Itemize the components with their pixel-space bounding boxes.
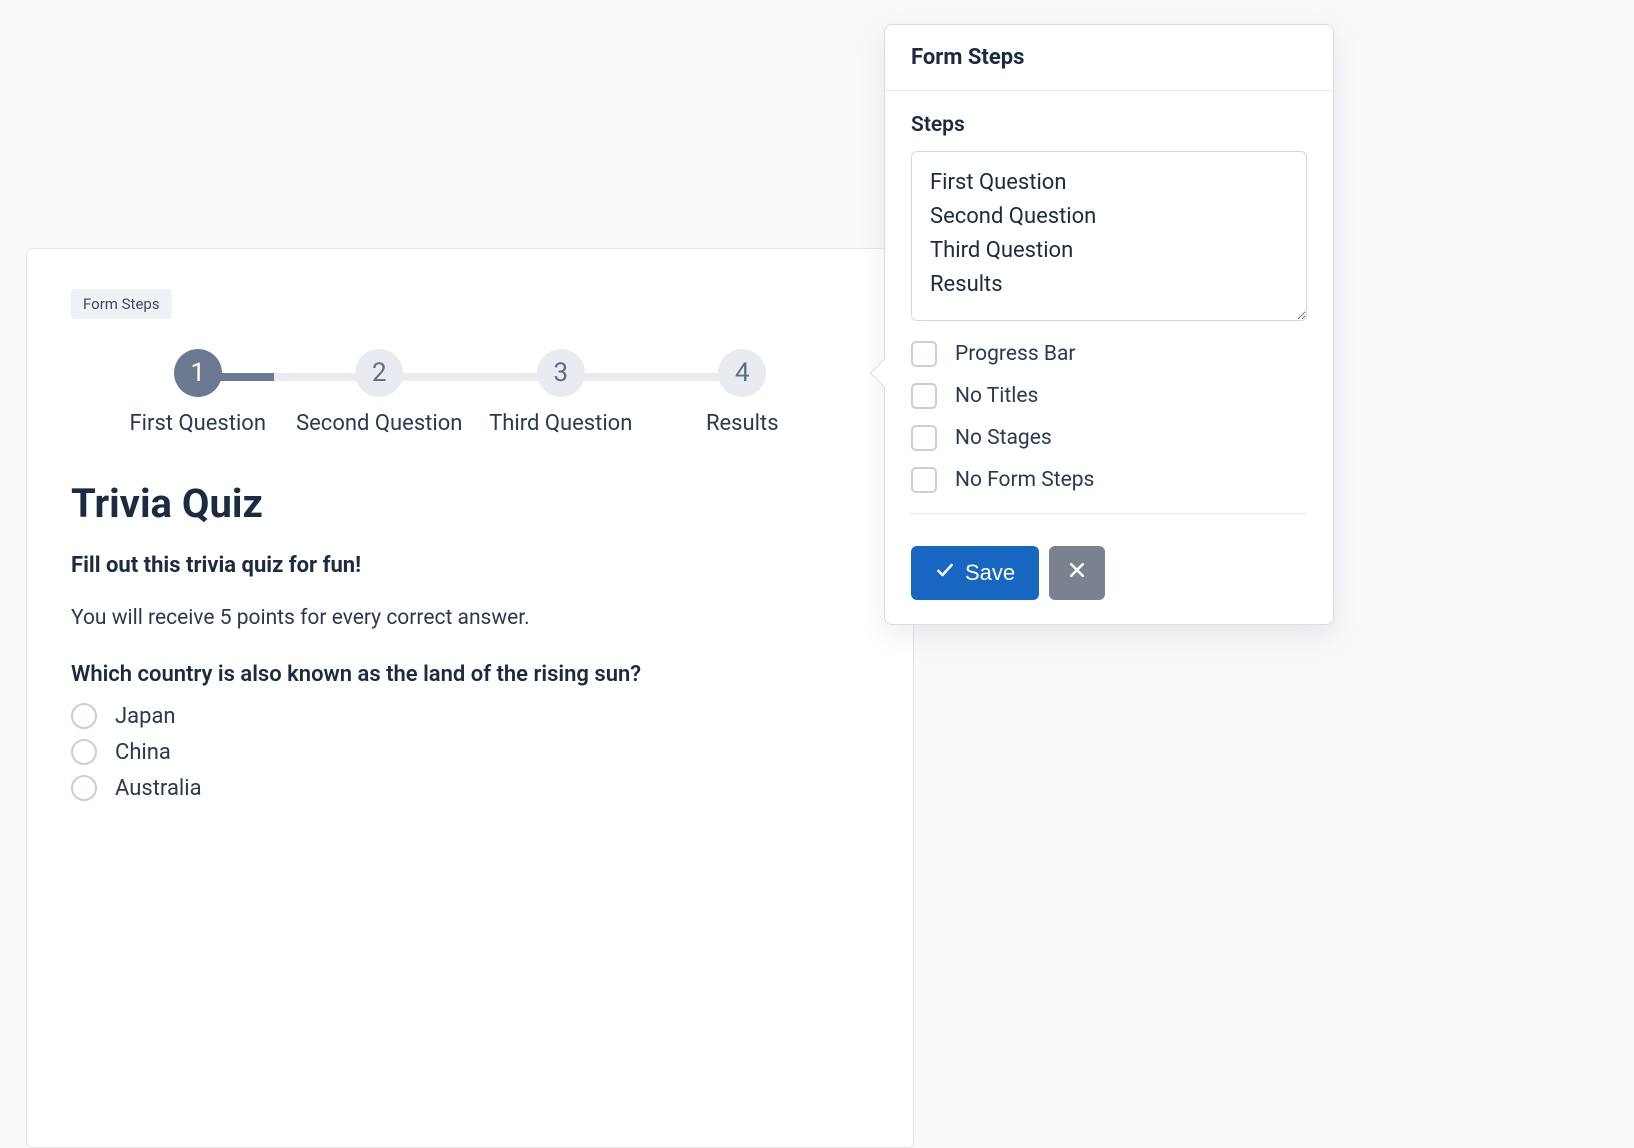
answers-group: Japan China Australia <box>71 703 869 801</box>
close-button[interactable] <box>1049 546 1105 600</box>
radio-icon <box>71 703 97 729</box>
step-circle: 1 <box>174 349 222 397</box>
step-label: Results <box>706 411 779 436</box>
step-label: First Question <box>129 411 266 436</box>
step-track <box>198 373 380 381</box>
step[interactable]: 2 Second Question <box>289 349 471 436</box>
stepper: 1 First Question 2 Second Question 3 Third Qu… <box>107 349 833 436</box>
answer-label: Japan <box>115 704 176 729</box>
step-circle: 2 <box>355 349 403 397</box>
panel-header: Form Steps <box>885 25 1333 91</box>
question-text: Which country is also known as the land … <box>71 662 869 687</box>
block-type-chip: Form Steps <box>71 289 172 319</box>
radio-icon <box>71 739 97 765</box>
answer-option[interactable]: Japan <box>71 703 869 729</box>
save-button-label: Save <box>965 560 1015 586</box>
option-label: Progress Bar <box>955 342 1076 366</box>
option-row[interactable]: No Titles <box>911 383 1307 409</box>
radio-icon <box>71 775 97 801</box>
answer-option[interactable]: Australia <box>71 775 869 801</box>
step[interactable]: 4 Results <box>652 349 834 436</box>
option-row[interactable]: No Stages <box>911 425 1307 451</box>
answer-label: Australia <box>115 776 202 801</box>
save-button[interactable]: Save <box>911 546 1039 600</box>
steps-section-label: Steps <box>911 113 1307 137</box>
checkbox-icon <box>911 425 937 451</box>
step-circle: 4 <box>718 349 766 397</box>
divider <box>911 513 1307 514</box>
checkbox-icon <box>911 341 937 367</box>
step-circle: 3 <box>537 349 585 397</box>
steps-textarea[interactable] <box>911 151 1307 321</box>
checkbox-icon <box>911 383 937 409</box>
step-track <box>561 373 743 381</box>
checkbox-icon <box>911 467 937 493</box>
option-label: No Form Steps <box>955 468 1094 492</box>
check-icon <box>935 560 955 586</box>
step-label: Second Question <box>296 411 462 436</box>
page-title: Trivia Quiz <box>71 480 869 527</box>
answer-option[interactable]: China <box>71 739 869 765</box>
close-icon <box>1067 560 1087 586</box>
form-steps-settings-panel: Form Steps Steps Progress Bar No Titles No… <box>884 24 1334 625</box>
step[interactable]: 1 First Question <box>107 349 289 436</box>
form-preview-card: Form Steps 1 First Question 2 Second Questi… <box>26 248 914 1148</box>
option-label: No Titles <box>955 384 1038 408</box>
panel-title: Form Steps <box>911 45 1307 70</box>
step-label: Third Question <box>489 411 632 436</box>
page-subtitle: Fill out this trivia quiz for fun! <box>71 553 869 578</box>
answer-label: China <box>115 740 171 765</box>
option-row[interactable]: No Form Steps <box>911 467 1307 493</box>
intro-text: You will receive 5 points for every corr… <box>71 606 869 630</box>
step[interactable]: 3 Third Question <box>470 349 652 436</box>
option-row[interactable]: Progress Bar <box>911 341 1307 367</box>
step-track <box>379 373 561 381</box>
option-label: No Stages <box>955 426 1052 450</box>
